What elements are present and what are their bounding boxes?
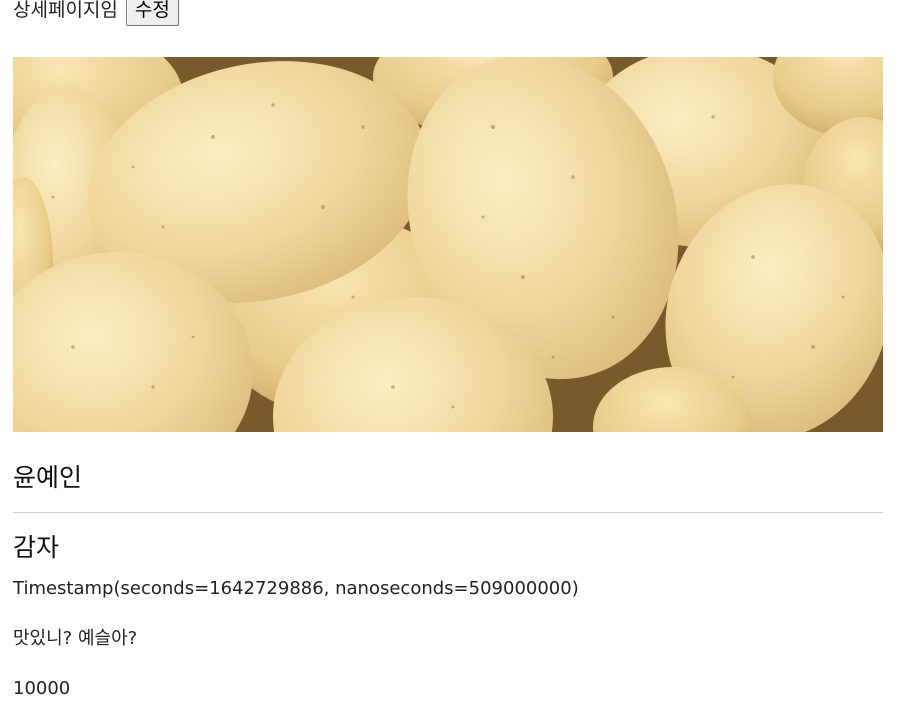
seller-name: 윤예인 [13,463,83,492]
product-timestamp: Timestamp(seconds=1642729886, nanosecond… [13,578,579,599]
divider [13,512,883,513]
product-description: 맛있니? 예슬아? [13,628,138,649]
page-header: 상세페이지임 수정 [13,0,179,26]
product-title: 감자 [13,533,60,562]
product-image [13,57,883,432]
product-price: 10000 [13,678,71,699]
page-label: 상세페이지임 [13,0,118,21]
edit-button[interactable]: 수정 [125,0,179,26]
